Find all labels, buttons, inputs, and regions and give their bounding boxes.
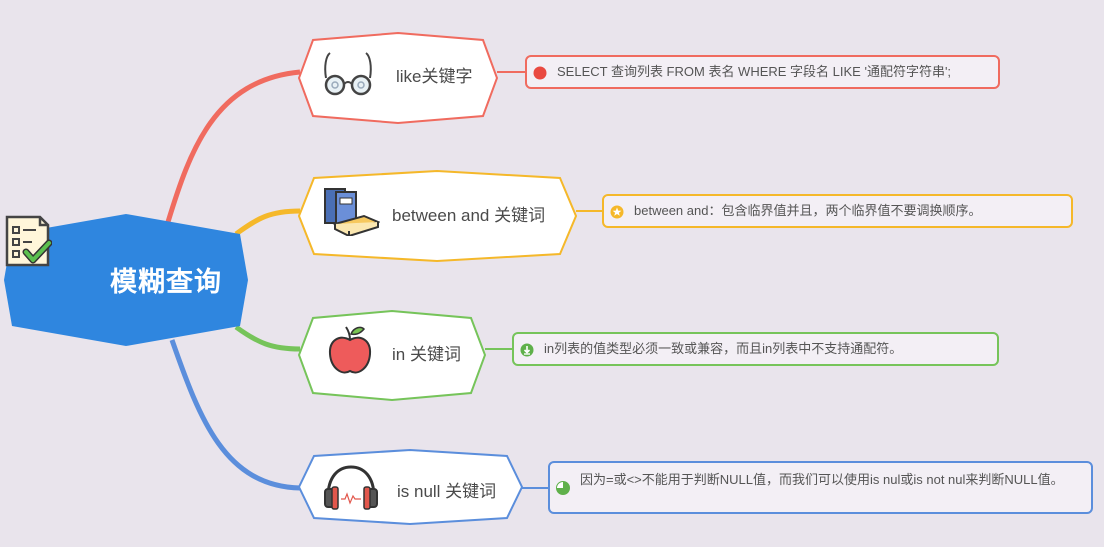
topic-label-isnull: is null 关键词: [397, 482, 497, 501]
note-text-isnull: 因为=或<>不能用于判断NULL值，而我们可以使用is nul或is not n…: [580, 472, 1064, 487]
books-icon: [324, 188, 380, 236]
note-text-between: between and：包含临界值并且，两个临界值不要调换顺序。: [634, 203, 982, 218]
star-badge-icon: [610, 205, 624, 219]
note-text-in: in列表的值类型必须一致或兼容，而且in列表中不支持通配符。: [544, 341, 903, 356]
note-in: in列表的值类型必须一致或兼容，而且in列表中不支持通配符。: [512, 332, 999, 366]
root-label: 模糊查询: [110, 267, 222, 297]
note-between: between and：包含临界值并且，两个临界值不要调换顺序。: [602, 194, 1073, 228]
note-isnull: 因为=或<>不能用于判断NULL值，而我们可以使用is nul或is not n…: [548, 461, 1093, 514]
topic-like[interactable]: like关键字: [298, 32, 498, 124]
topic-label-between: between and 关键词: [392, 206, 546, 225]
branch-line-isnull: [169, 339, 301, 491]
topic-isnull[interactable]: is null 关键词: [298, 449, 523, 525]
apple-icon: [328, 326, 372, 374]
topic-in[interactable]: in 关键词: [298, 310, 486, 401]
branch-line-like: [165, 69, 301, 223]
glasses-icon: [324, 52, 372, 96]
topic-label-in: in 关键词: [392, 345, 461, 364]
progress-pie-icon: [556, 481, 570, 495]
note-text-like: SELECT 查询列表 FROM 表名 WHERE 字段名 LIKE '通配符字…: [557, 64, 952, 79]
headphones-icon: [324, 465, 378, 510]
download-badge-icon: [520, 343, 534, 357]
topic-between[interactable]: between and 关键词: [298, 170, 577, 262]
root-topic[interactable]: 模糊查询: [4, 214, 248, 346]
checklist-icon: [5, 215, 52, 267]
note-like: SELECT 查询列表 FROM 表名 WHERE 字段名 LIKE '通配符字…: [525, 55, 1000, 89]
red-dot-icon: [533, 66, 547, 80]
topic-label-like: like关键字: [396, 67, 473, 86]
